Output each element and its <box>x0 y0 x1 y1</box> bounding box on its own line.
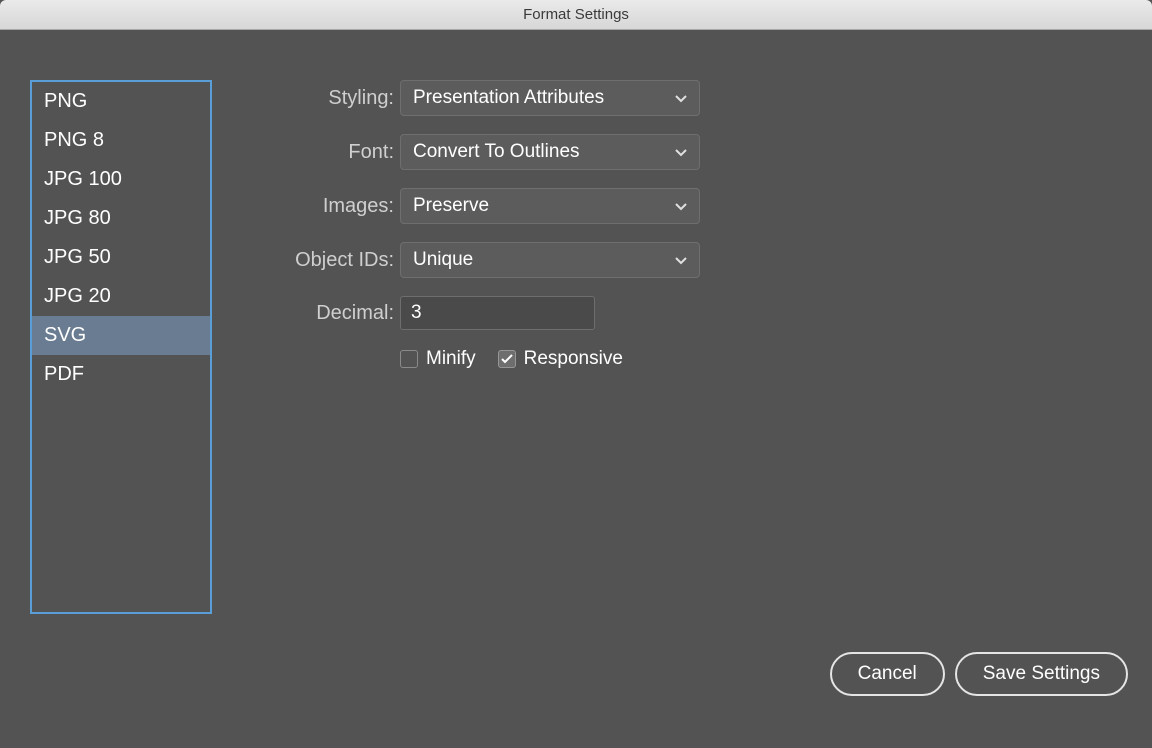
select-value: Preserve <box>413 195 489 217</box>
window-title: Format Settings <box>523 6 629 23</box>
label-object-ids: Object IDs: <box>234 249 394 272</box>
select-images[interactable]: Preserve <box>400 188 700 224</box>
sidebar-item-pdf[interactable]: PDF <box>32 355 210 394</box>
chevron-down-icon <box>675 199 687 214</box>
sidebar-item-png8[interactable]: PNG 8 <box>32 121 210 160</box>
field-decimal: Decimal: <box>234 296 1122 330</box>
chevron-down-icon <box>675 145 687 160</box>
save-settings-button[interactable]: Save Settings <box>955 652 1128 696</box>
checkbox-responsive[interactable]: Responsive <box>498 348 623 370</box>
checkbox-row: Minify Responsive <box>400 348 1122 370</box>
select-object-ids[interactable]: Unique <box>400 242 700 278</box>
settings-panel: Styling: Presentation Attributes Font: C… <box>234 80 1122 614</box>
sidebar-item-label: PDF <box>44 363 84 385</box>
checkbox-label: Responsive <box>524 348 623 370</box>
select-value: Convert To Outlines <box>413 141 580 163</box>
cancel-button[interactable]: Cancel <box>830 652 945 696</box>
checkbox-icon <box>400 350 418 368</box>
sidebar-item-svg[interactable]: SVG <box>32 316 210 355</box>
sidebar-item-label: JPG 20 <box>44 285 111 307</box>
label-font: Font: <box>234 141 394 164</box>
input-decimal[interactable] <box>400 296 595 330</box>
sidebar-item-jpg100[interactable]: JPG 100 <box>32 160 210 199</box>
sidebar-item-label: JPG 50 <box>44 246 111 268</box>
checkbox-icon <box>498 350 516 368</box>
format-list[interactable]: PNG PNG 8 JPG 100 JPG 80 JPG 50 JPG 20 S… <box>30 80 212 614</box>
button-row: Cancel Save Settings <box>830 652 1128 696</box>
sidebar-item-jpg50[interactable]: JPG 50 <box>32 238 210 277</box>
label-styling: Styling: <box>234 87 394 110</box>
sidebar-item-label: JPG 80 <box>44 207 111 229</box>
sidebar-item-label: PNG 8 <box>44 129 104 151</box>
dialog-content: PNG PNG 8 JPG 100 JPG 80 JPG 50 JPG 20 S… <box>0 30 1152 748</box>
sidebar-item-png[interactable]: PNG <box>32 82 210 121</box>
field-object-ids: Object IDs: Unique <box>234 242 1122 278</box>
select-font[interactable]: Convert To Outlines <box>400 134 700 170</box>
button-label: Save Settings <box>983 663 1100 685</box>
checkbox-minify[interactable]: Minify <box>400 348 476 370</box>
field-font: Font: Convert To Outlines <box>234 134 1122 170</box>
chevron-down-icon <box>675 253 687 268</box>
select-value: Unique <box>413 249 473 271</box>
chevron-down-icon <box>675 91 687 106</box>
field-images: Images: Preserve <box>234 188 1122 224</box>
button-label: Cancel <box>858 663 917 685</box>
select-styling[interactable]: Presentation Attributes <box>400 80 700 116</box>
sidebar-item-jpg80[interactable]: JPG 80 <box>32 199 210 238</box>
label-decimal: Decimal: <box>234 302 394 325</box>
sidebar-item-jpg20[interactable]: JPG 20 <box>32 277 210 316</box>
window-titlebar: Format Settings <box>0 0 1152 30</box>
field-styling: Styling: Presentation Attributes <box>234 80 1122 116</box>
sidebar-item-label: PNG <box>44 90 87 112</box>
sidebar-item-label: SVG <box>44 324 86 346</box>
checkbox-label: Minify <box>426 348 476 370</box>
sidebar-item-label: JPG 100 <box>44 168 122 190</box>
select-value: Presentation Attributes <box>413 87 604 109</box>
label-images: Images: <box>234 195 394 218</box>
